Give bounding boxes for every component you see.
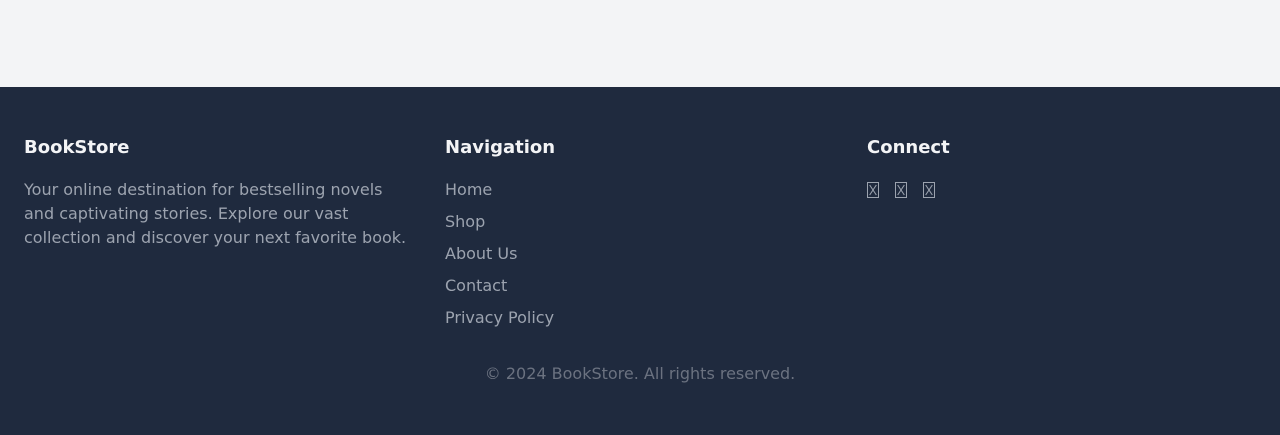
footer-nav-list: Home Shop About Us Contact Privacy Polic…: [445, 178, 825, 338]
site-footer: BookStore Your online destination for be…: [0, 87, 1280, 435]
footer-link-privacy-policy[interactable]: Privacy Policy: [445, 308, 554, 327]
footer-brand-description: Your online destination for bestselling …: [24, 180, 407, 247]
missing-glyph-icon: [897, 184, 905, 196]
footer-connect-title: Connect: [867, 137, 950, 158]
footer-brand-title: BookStore: [24, 137, 130, 158]
social-icon-1[interactable]: [867, 182, 879, 198]
footer-navigation-title: Navigation: [445, 137, 556, 158]
footer-copyright: © 2024 BookStore. All rights reserved.: [484, 364, 796, 383]
footer-link-home[interactable]: Home: [445, 180, 492, 199]
social-icon-3[interactable]: [923, 182, 935, 198]
footer-navigation-column: Navigation Home Shop About Us Contact Pr…: [445, 136, 825, 338]
footer-link-shop[interactable]: Shop: [445, 212, 485, 231]
footer-brand-column: BookStore Your online destination for be…: [24, 136, 414, 250]
missing-glyph-icon: [869, 184, 877, 196]
social-icon-2[interactable]: [895, 182, 907, 198]
footer-connect-column: Connect: [867, 136, 1247, 202]
social-icons: [867, 178, 1247, 202]
page-content-area: [0, 0, 1280, 87]
footer-link-contact[interactable]: Contact: [445, 276, 507, 295]
missing-glyph-icon: [925, 184, 933, 196]
footer-link-about-us[interactable]: About Us: [445, 244, 517, 263]
